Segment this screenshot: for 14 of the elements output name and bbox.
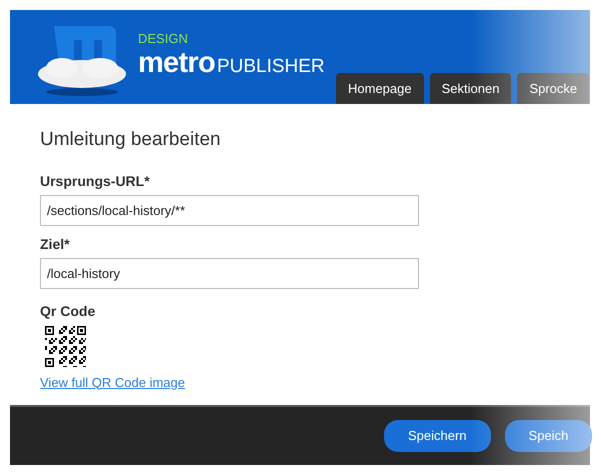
page-title: Umleitung bearbeiten [40, 128, 222, 152]
input-field[interactable]: /local-history [40, 258, 419, 288]
qr-code [45, 326, 86, 366]
field-label: Ziel* [40, 234, 71, 254]
brand-tagline: DESIGN [138, 32, 189, 46]
nav-tab[interactable]: Sektionen [430, 73, 512, 104]
field-label: Ursprungs-URL* [40, 172, 151, 191]
nav-tab[interactable]: Homepage [336, 73, 424, 104]
field-label: Qr Code [40, 302, 96, 321]
input-field[interactable]: /sections/local-history/** [40, 194, 419, 226]
save-button[interactable]: Speichern [384, 420, 491, 452]
qr-image-link[interactable]: View full QR Code image [40, 372, 185, 392]
brand-name: metro PUBLISHER [138, 46, 325, 81]
nav-tab[interactable]: Sprocke [517, 73, 590, 104]
